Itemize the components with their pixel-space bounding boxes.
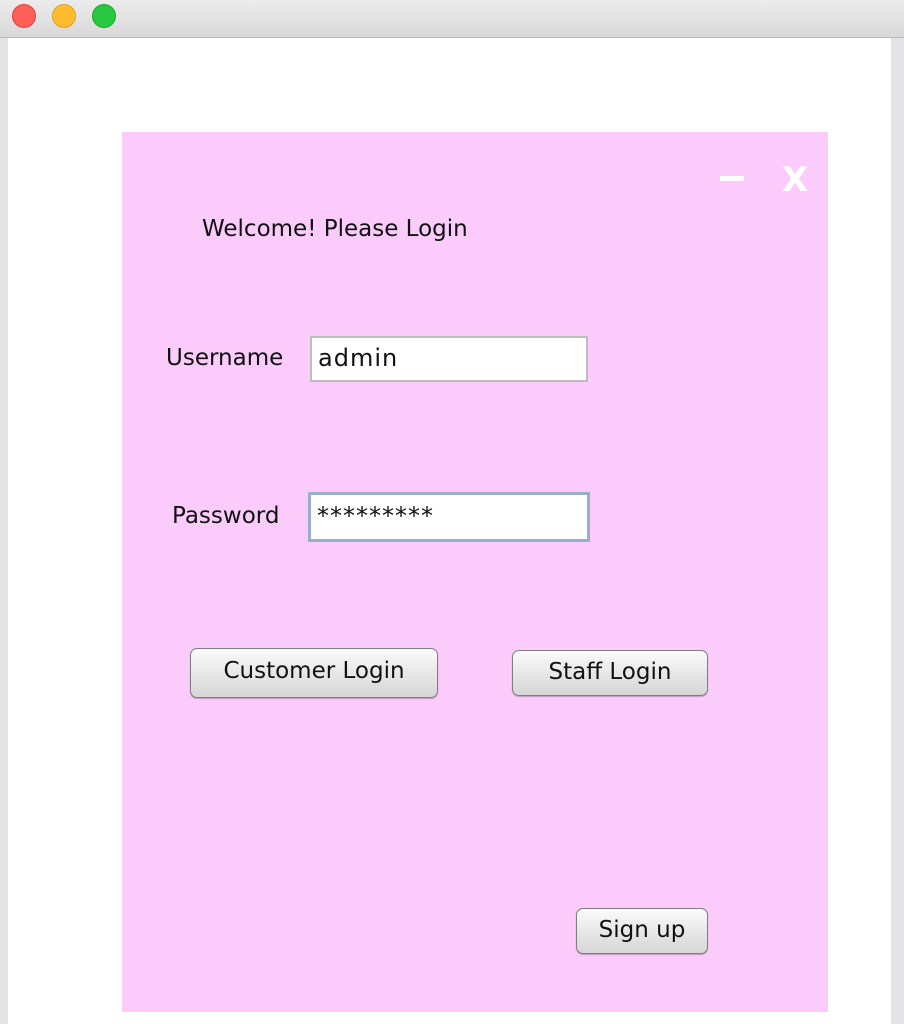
username-input[interactable]: admin — [310, 336, 588, 382]
window-close-button[interactable] — [12, 4, 36, 28]
panel-minimize-icon[interactable] — [720, 176, 744, 181]
window-maximize-button[interactable] — [92, 4, 116, 28]
welcome-heading: Welcome! Please Login — [202, 216, 468, 242]
login-panel: X Welcome! Please Login Username admin P… — [122, 132, 828, 1012]
sign-up-button[interactable]: Sign up — [576, 908, 708, 954]
username-label: Username — [166, 345, 284, 371]
staff-login-button[interactable]: Staff Login — [512, 650, 708, 696]
customer-login-button[interactable]: Customer Login — [190, 648, 438, 698]
window-titlebar — [0, 0, 904, 38]
panel-close-icon[interactable]: X — [782, 160, 808, 200]
password-label: Password — [172, 503, 280, 529]
window-minimize-button[interactable] — [52, 4, 76, 28]
password-input[interactable]: ********* — [308, 492, 590, 542]
window-content: X Welcome! Please Login Username admin P… — [8, 38, 891, 1024]
